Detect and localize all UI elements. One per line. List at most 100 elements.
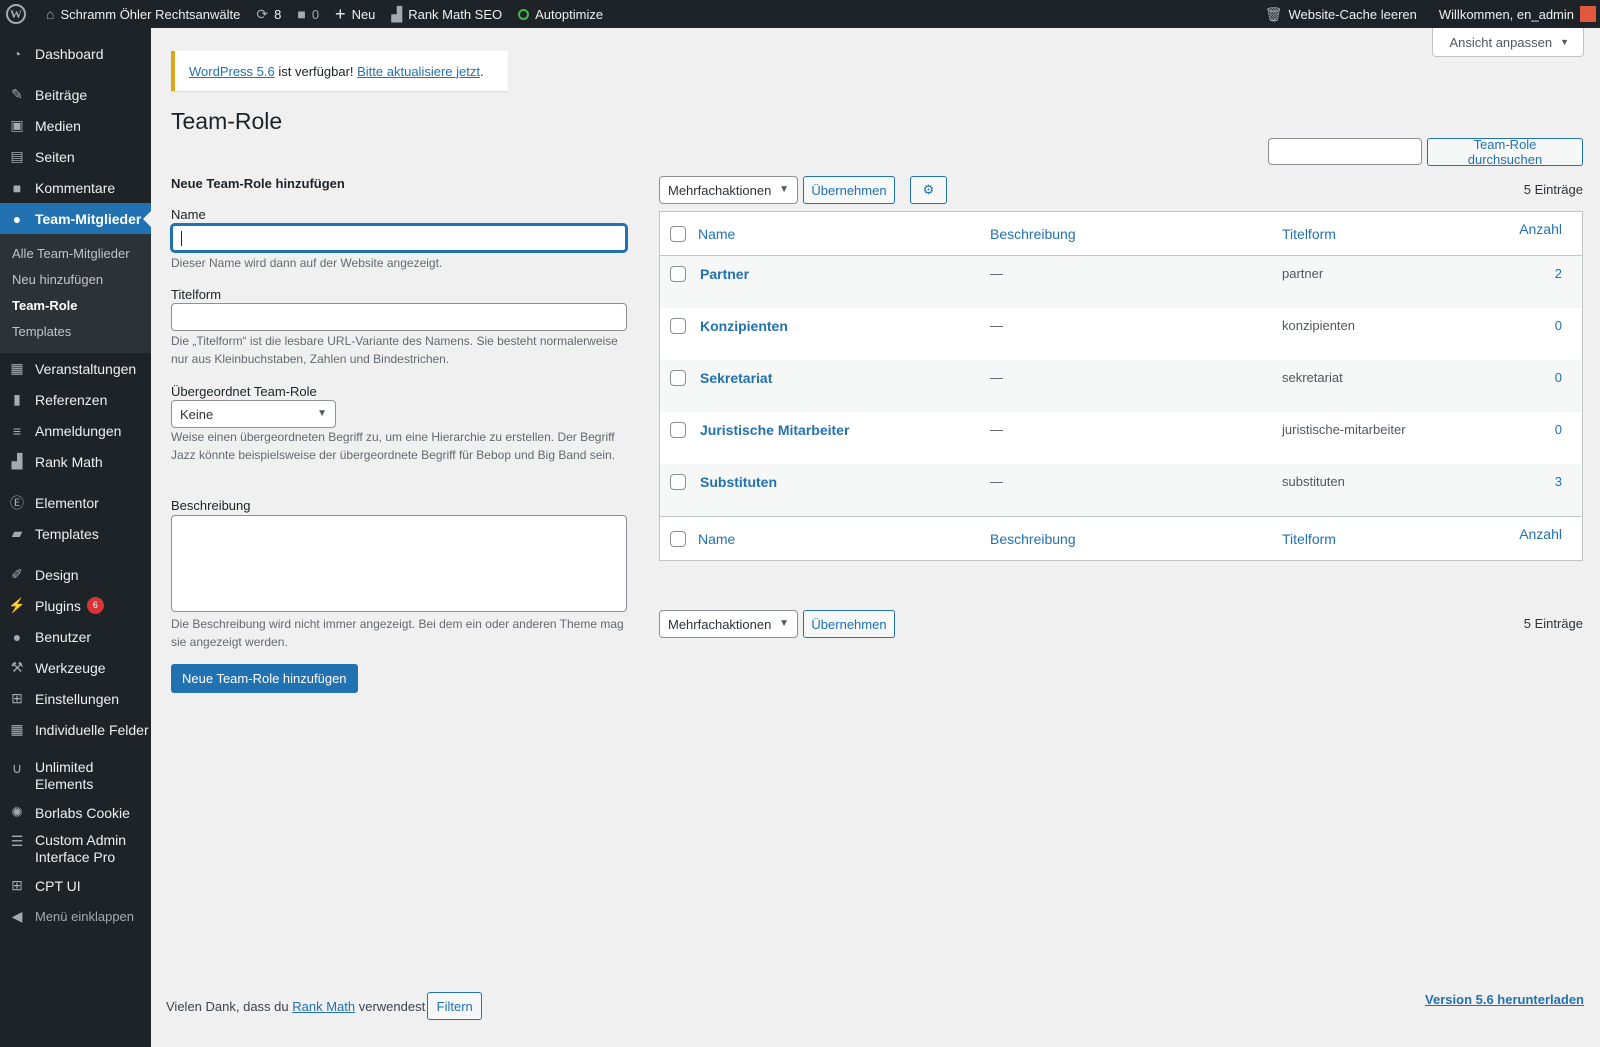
column-footer-name[interactable]: Name <box>698 531 735 547</box>
menu-registrations[interactable]: ≡ Anmeldungen <box>0 415 151 446</box>
row-checkbox[interactable] <box>670 266 686 282</box>
parent-select[interactable]: Keine ▼ <box>171 400 336 428</box>
parent-label: Übergeordnet Team-Role <box>171 384 317 399</box>
filter-button[interactable]: Filtern <box>427 992 483 1020</box>
wordpress-version-link[interactable]: WordPress 5.6 <box>189 64 275 79</box>
row-checkbox[interactable] <box>670 318 686 334</box>
row-checkbox[interactable] <box>670 422 686 438</box>
new-content-link[interactable]: + Neu <box>327 0 383 28</box>
page-title: Team-Role <box>171 108 283 134</box>
collapse-menu-button[interactable]: ◀ Menü einklappen <box>0 901 151 932</box>
menu-cpt-ui[interactable]: ⊞ CPT UI <box>0 870 151 901</box>
menu-label: Individuelle Felder <box>35 721 149 738</box>
search-input[interactable] <box>1268 138 1422 165</box>
comments-link[interactable]: ■ 0 <box>289 0 327 28</box>
row-count-link[interactable]: 0 <box>1555 318 1562 333</box>
footer-version: Version 5.6 herunterladen <box>1425 992 1584 1007</box>
rankmath-footer-link[interactable]: Rank Math <box>292 999 355 1014</box>
row-count-link[interactable]: 0 <box>1555 422 1562 437</box>
download-version-link[interactable]: Version 5.6 herunterladen <box>1425 992 1584 1007</box>
parent-description: Weise einen übergeordneten Begriff zu, u… <box>171 430 616 462</box>
menu-posts[interactable]: ✎ Beiträge <box>0 79 151 110</box>
table-row: Substituten — substituten 3 <box>660 464 1582 516</box>
row-count-link[interactable]: 2 <box>1555 266 1562 281</box>
column-header-count[interactable]: Anzahl <box>1519 221 1562 237</box>
submenu-all-team-members[interactable]: Alle Team-Mitglieder <box>0 241 151 267</box>
rankmath-icon: ▟ <box>11 453 23 469</box>
menu-media[interactable]: ▣ Medien <box>0 110 151 141</box>
autoptimize-label: Autoptimize <box>535 6 604 22</box>
menu-rankmath[interactable]: ▟ Rank Math <box>0 446 151 477</box>
menu-design[interactable]: ✐ Design <box>0 559 151 590</box>
menu-label: Plugins <box>35 597 81 614</box>
bulk-actions-value: Mehrfachaktionen <box>668 182 772 198</box>
update-now-link[interactable]: Bitte aktualisiere jetzt <box>357 64 480 79</box>
apply-button-bottom[interactable]: Übernehmen <box>803 610 895 638</box>
items-count-bottom: 5 Einträge <box>1523 616 1583 631</box>
menu-plugins[interactable]: ⚡ Plugins 6 <box>0 590 151 621</box>
bulk-actions-select[interactable]: Mehrfachaktionen ▼ <box>659 176 798 204</box>
wordpress-logo-menu[interactable]: W <box>0 0 38 28</box>
menu-events[interactable]: ▦ Veranstaltungen <box>0 353 151 384</box>
apply-button-top[interactable]: Übernehmen <box>803 176 895 204</box>
slug-field[interactable] <box>171 303 627 331</box>
clear-cache-link[interactable]: 🗑 Website-Cache leeren <box>1257 0 1431 28</box>
add-new-team-role-button[interactable]: Neue Team-Role hinzufügen <box>171 664 358 693</box>
column-footer-description[interactable]: Beschreibung <box>990 531 1076 547</box>
row-name-link[interactable]: Konzipienten <box>700 318 788 334</box>
autoptimize-link[interactable]: Autoptimize <box>510 0 611 28</box>
select-all-checkbox-bottom[interactable] <box>670 531 686 547</box>
menu-label: Referenzen <box>35 391 108 408</box>
row-count-link[interactable]: 3 <box>1555 474 1562 489</box>
row-name-link[interactable]: Partner <box>700 266 749 282</box>
row-name-link[interactable]: Sekretariat <box>700 370 772 386</box>
description-textarea[interactable] <box>171 515 627 612</box>
menu-templates[interactable]: ▰ Templates <box>0 518 151 549</box>
menu-label: Custom Admin Interface Pro <box>35 832 127 865</box>
select-all-checkbox[interactable] <box>670 226 686 242</box>
row-description: — <box>990 422 1003 437</box>
name-description: Dieser Name wird dann auf der Website an… <box>171 256 443 270</box>
menu-custom-admin-interface[interactable]: ☰ Custom Admin Interface Pro <box>0 828 151 870</box>
menu-custom-fields[interactable]: ▦ Individuelle Felder <box>0 714 151 745</box>
search-button[interactable]: Team-Role durchsuchen <box>1427 137 1583 167</box>
name-field[interactable] <box>171 224 627 252</box>
column-header-description[interactable]: Beschreibung <box>990 226 1076 242</box>
menu-settings[interactable]: ⊞ Einstellungen <box>0 683 151 714</box>
column-header-slug[interactable]: Titelform <box>1282 226 1336 242</box>
menu-references[interactable]: ▮ Referenzen <box>0 384 151 415</box>
menu-tools[interactable]: ⚒ Werkzeuge <box>0 652 151 683</box>
dashboard-icon: ◔ <box>12 45 22 62</box>
row-count-link[interactable]: 0 <box>1555 370 1562 385</box>
column-footer-count[interactable]: Anzahl <box>1519 526 1562 542</box>
menu-users[interactable]: ● Benutzer <box>0 621 151 652</box>
plus-icon: + <box>335 4 346 24</box>
menu-elementor[interactable]: Ⓔ Elementor <box>0 487 151 518</box>
column-header-name[interactable]: Name <box>698 226 735 242</box>
row-checkbox[interactable] <box>670 370 686 386</box>
row-name-link[interactable]: Juristische Mitarbeiter <box>700 422 849 438</box>
settings-button[interactable]: ⚙ <box>910 176 947 204</box>
menu-pages[interactable]: ▤ Seiten <box>0 141 151 172</box>
menu-dashboard[interactable]: ◔ Dashboard <box>0 38 151 69</box>
submenu-team-role[interactable]: Team-Role <box>0 293 151 319</box>
submenu-add-new[interactable]: Neu hinzufügen <box>0 267 151 293</box>
account-menu[interactable]: Willkommen, en_admin <box>1431 0 1600 28</box>
row-checkbox[interactable] <box>670 474 686 490</box>
menu-unlimited-elements[interactable]: ∪ Unlimited Elements <box>0 755 151 797</box>
bulk-actions-select-bottom[interactable]: Mehrfachaktionen ▼ <box>659 610 798 638</box>
caret-down-icon: ▼ <box>1560 37 1569 47</box>
menu-label: Borlabs Cookie <box>35 804 130 821</box>
menu-team-members[interactable]: ● Team-Mitglieder <box>0 203 151 234</box>
screen-options-button[interactable]: Ansicht anpassen ▼ <box>1432 28 1584 57</box>
column-footer-slug[interactable]: Titelform <box>1282 531 1336 547</box>
submenu-templates[interactable]: Templates <box>0 319 151 345</box>
menu-label: Werkzeuge <box>35 659 106 676</box>
site-name-link[interactable]: ⌂ Schramm Öhler Rechtsanwälte <box>38 0 248 28</box>
rankmath-link[interactable]: ▟ Rank Math SEO <box>383 0 510 28</box>
updates-link[interactable]: ⟳ 8 <box>248 0 289 28</box>
row-name-link[interactable]: Substituten <box>700 474 777 490</box>
menu-borlabs-cookie[interactable]: ✺ Borlabs Cookie <box>0 797 151 828</box>
menu-comments[interactable]: ■ Kommentare <box>0 172 151 203</box>
site-name-label: Schramm Öhler Rechtsanwälte <box>60 6 241 22</box>
